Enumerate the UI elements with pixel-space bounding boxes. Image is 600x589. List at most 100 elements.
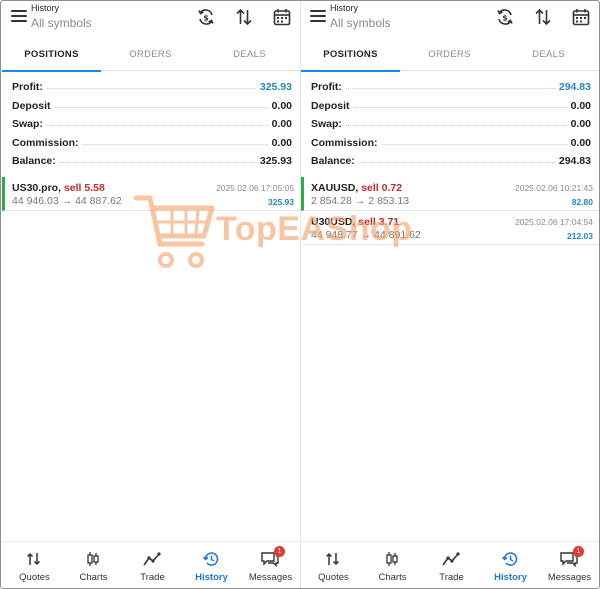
summary-row-swap: Swap: 0.00 [2,115,300,134]
trade-icon [143,552,161,566]
balance-value: 294.83 [555,155,591,167]
sort-icon[interactable] [234,7,254,27]
calendar-icon[interactable] [272,7,292,27]
nav-history[interactable]: History [182,542,241,589]
nav-quotes[interactable]: Quotes [5,542,64,589]
deal-profit: 212.03 [567,231,593,241]
tab-orders[interactable]: ORDERS [400,38,499,71]
nav-label: Quotes [19,572,50,583]
nav-trade[interactable]: Trade [123,542,182,589]
symbol-filter[interactable]: All symbols [330,16,391,30]
tab-positions[interactable]: POSITIONS [301,38,400,72]
nav-history[interactable]: History [481,542,540,589]
history-panel-right: History All symbols $ POSITIONS ORDERS D… [301,0,599,589]
summary-label: Balance: [311,155,358,167]
sort-icon[interactable] [533,7,553,27]
summary-label: Deposit [12,99,54,112]
hamburger-menu-icon[interactable] [11,10,27,24]
summary-label: Commission: [12,136,82,149]
currency-refresh-icon[interactable]: $ [196,7,216,27]
quotes-icon [325,552,340,566]
watermark: TopEAShop [132,192,472,282]
summary-label: Swap: [12,118,46,130]
nav-label: Messages [547,572,592,583]
nav-messages[interactable]: 1 Messages [241,542,300,589]
quotes-icon [26,552,41,566]
tab-deals[interactable]: DEALS [499,38,598,71]
summary-row-profit: Profit: 294.83 [301,78,599,97]
symbol-filter[interactable]: All symbols [31,16,92,30]
deal-side: sell 5.58 [63,182,105,194]
calendar-icon[interactable] [571,7,591,27]
summary-label: Swap: [311,118,345,130]
top-app-bar: History All symbols $ [301,0,599,38]
summary-block: Profit: 325.93 Deposit 0.00 Swap: 0.00 C… [2,78,300,171]
nav-label: Messages [248,572,293,583]
deal-symbol: US30.pro, [12,182,62,194]
summary-row-commission: Commission: 0.00 [2,134,300,153]
history-panel-left: History All symbols $ POSITIONS ORDERS D… [2,0,300,589]
summary-row-balance: Balance: 325.93 [2,152,300,171]
watermark-text: TopEAShop [216,210,413,248]
svg-text:$: $ [203,14,209,23]
summary-row-deposit: Deposit 0.00 [2,97,300,116]
hamburger-menu-icon[interactable] [310,10,326,24]
swap-value: 0.00 [567,118,591,130]
history-tabs: POSITIONS ORDERS DEALS [2,38,300,72]
history-icon [501,552,518,566]
tab-orders[interactable]: ORDERS [101,38,200,71]
history-tabs: POSITIONS ORDERS DEALS [301,38,599,72]
nav-label: Charts [378,572,407,583]
history-icon [202,552,219,566]
summary-label: Balance: [12,155,59,167]
nav-label: History [195,572,228,583]
profit-value: 294.83 [555,81,591,93]
tab-deals[interactable]: DEALS [200,38,299,71]
bottom-navigation: Quotes Charts Trade History 1 Messages [2,541,300,589]
summary-row-deposit: Deposit 0.00 [301,97,599,116]
nav-label: Trade [439,572,464,583]
summary-row-swap: Swap: 0.00 [301,115,599,134]
nav-label: Quotes [318,572,349,583]
charts-icon [386,552,398,566]
charts-icon [87,552,99,566]
summary-label: Profit: [311,81,345,93]
deal-time: 2025.02.06 10:21:43 [515,183,593,193]
shopping-cart-icon [133,195,215,268]
summary-label: Commission: [311,136,381,149]
summary-label: Deposit [311,99,353,112]
nav-label: History [494,572,527,583]
nav-charts[interactable]: Charts [64,542,123,589]
deal-prices: 44 946.03 → 44 887.62 [12,195,122,207]
tab-positions[interactable]: POSITIONS [2,38,101,72]
summary-label: Profit: [12,81,46,93]
page-title: History [330,3,359,13]
commission-value: 0.00 [567,136,591,149]
deposit-value: 0.00 [567,99,591,112]
nav-label: Trade [140,572,165,583]
balance-value: 325.93 [256,155,292,167]
unread-badge: 1 [274,546,285,557]
summary-row-balance: Balance: 294.83 [301,152,599,171]
nav-charts[interactable]: Charts [363,542,422,589]
currency-refresh-icon[interactable]: $ [495,7,515,27]
swap-value: 0.00 [268,118,292,130]
commission-value: 0.00 [268,136,292,149]
trade-icon [442,552,460,566]
nav-label: Charts [79,572,108,583]
nav-quotes[interactable]: Quotes [304,542,363,589]
deal-profit: 82.80 [571,197,593,207]
summary-row-profit: Profit: 325.93 [2,78,300,97]
summary-block: Profit: 294.83 Deposit 0.00 Swap: 0.00 C… [301,78,599,171]
top-app-bar: History All symbols $ [2,0,300,38]
summary-row-commission: Commission: 0.00 [301,134,599,153]
nav-messages[interactable]: 1 Messages [540,542,599,589]
bottom-navigation: Quotes Charts Trade History 1 Messages [301,541,599,589]
unread-badge: 1 [573,546,584,557]
svg-text:$: $ [502,14,508,23]
nav-trade[interactable]: Trade [422,542,481,589]
deposit-value: 0.00 [268,99,292,112]
profit-value: 325.93 [256,81,292,93]
deal-time: 2025.02.06 17:04:54 [515,217,593,227]
page-title: History [31,3,60,13]
